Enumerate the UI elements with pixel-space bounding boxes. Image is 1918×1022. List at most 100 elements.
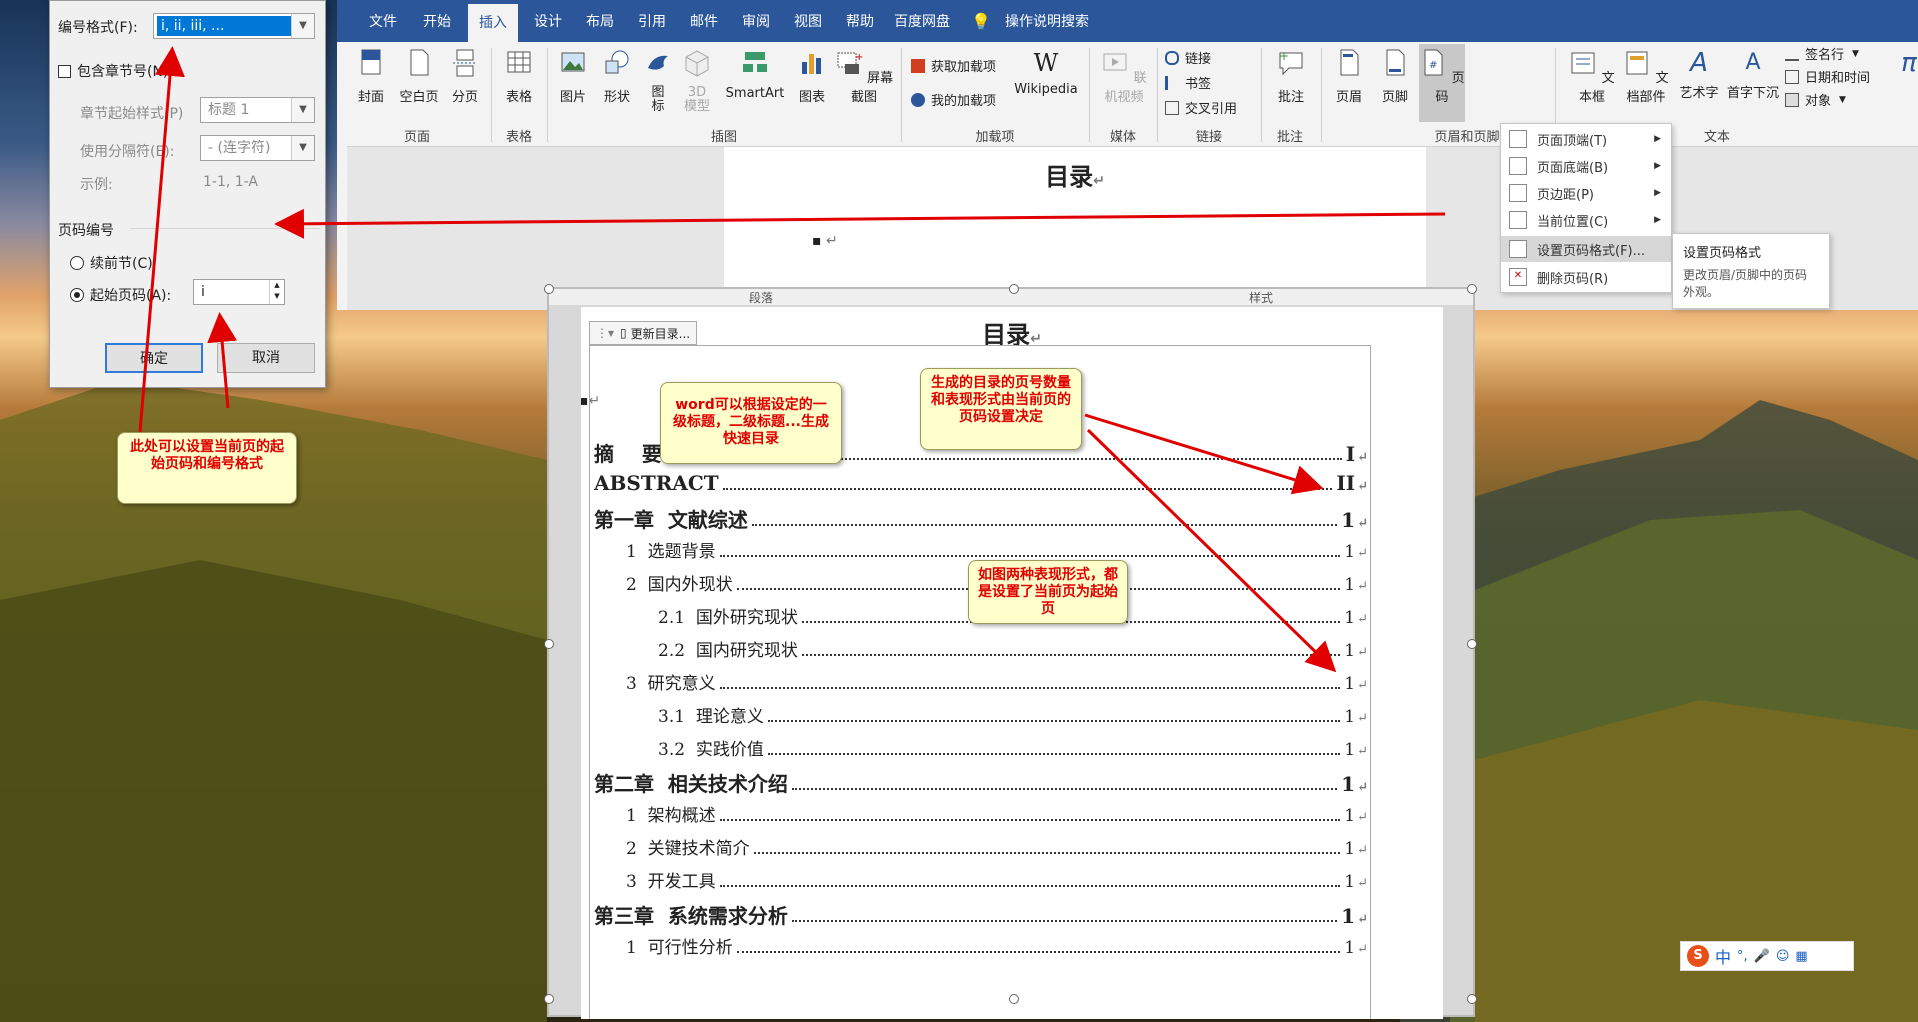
- icons-button[interactable]: 图 标: [641, 48, 675, 114]
- resize-handle[interactable]: [1467, 284, 1477, 294]
- chevron-down-icon[interactable]: ▼: [291, 136, 314, 160]
- table-button[interactable]: 表格: [499, 48, 539, 105]
- bookmark-button[interactable]: 书签: [1165, 73, 1211, 92]
- update-toc-button[interactable]: ⋮▾ ▯ 更新目录...: [589, 321, 698, 345]
- wikipedia-button[interactable]: W Wikipedia: [1009, 48, 1083, 97]
- ok-button[interactable]: 确定: [105, 343, 203, 373]
- cancel-button[interactable]: 取消: [217, 343, 315, 373]
- get-addins-button[interactable]: 获取加载项: [911, 56, 996, 75]
- resize-handle[interactable]: [1467, 639, 1477, 649]
- tab-file[interactable]: 文件: [357, 0, 409, 42]
- toc-entry[interactable]: 3.2 实践价值 1 ↵: [590, 735, 1368, 760]
- page-number-button[interactable]: # 页码: [1419, 44, 1465, 122]
- object-button[interactable]: 对象 ▼: [1785, 90, 1846, 109]
- tab-design[interactable]: 设计: [523, 0, 573, 42]
- shapes-button[interactable]: 形状: [597, 48, 637, 105]
- chapter-style-select[interactable]: 标题 1 ▼: [200, 97, 315, 123]
- spinner-arrows-icon[interactable]: ▲ ▼: [269, 280, 284, 304]
- menu-item-current-position[interactable]: 当前位置(C) ▶: [1501, 207, 1671, 233]
- toc-entry[interactable]: ABSTRACT II ↵: [590, 471, 1368, 495]
- return-mark: ↵: [1357, 942, 1368, 957]
- separator-select[interactable]: - (连字符) ▼: [200, 135, 315, 161]
- tab-insert[interactable]: 插入: [468, 4, 518, 42]
- menu-item-format-page-numbers[interactable]: 设置页码格式(F)...: [1501, 236, 1671, 262]
- toc-entry[interactable]: 3 研究意义 1 ↵: [590, 669, 1368, 694]
- textbox-button[interactable]: 文本框: [1569, 48, 1615, 105]
- tab-view[interactable]: 视图: [783, 0, 833, 42]
- toc-entry[interactable]: 1 可行性分析 1 ↵: [590, 933, 1368, 958]
- page-break-button[interactable]: 分页: [445, 48, 485, 105]
- screenshot-button[interactable]: + 屏幕截图: [833, 48, 895, 105]
- resize-handle[interactable]: [544, 639, 554, 649]
- resize-handle[interactable]: [1467, 994, 1477, 1004]
- user-icon[interactable]: ☺: [1776, 949, 1790, 964]
- menu-item-top-of-page[interactable]: 页面顶端(T) ▶: [1501, 126, 1671, 152]
- picture-button[interactable]: 图片: [553, 48, 593, 105]
- signature-line-button[interactable]: 签名行 ▼: [1785, 44, 1859, 63]
- include-chapter-label: 包含章节号(N): [77, 64, 169, 80]
- comment-button[interactable]: + 批注: [1269, 48, 1313, 105]
- menu-item-bottom-of-page[interactable]: 页面底端(B) ▶: [1501, 153, 1671, 179]
- footer-button[interactable]: 页脚: [1375, 48, 1415, 105]
- grid-menu-icon[interactable]: ▦: [1795, 949, 1807, 964]
- equation-button[interactable]: π: [1895, 48, 1917, 82]
- microphone-icon[interactable]: 🎤: [1754, 949, 1770, 964]
- radio-on[interactable]: [70, 288, 84, 302]
- chevron-down-icon[interactable]: ▼: [291, 14, 314, 38]
- quick-parts-button[interactable]: 文档部件: [1619, 48, 1673, 105]
- start-at-radio[interactable]: 起始页码(A):: [70, 285, 171, 305]
- toc-entry-title: 1 架构概述: [626, 806, 716, 826]
- cross-reference-button[interactable]: 交叉引用: [1165, 98, 1237, 117]
- cover-page-button[interactable]: 封面: [351, 48, 391, 105]
- my-addins-button[interactable]: 我的加载项: [911, 90, 996, 109]
- chevron-down-icon[interactable]: ▼: [291, 98, 314, 122]
- online-video-button[interactable]: 联机视频: [1095, 48, 1153, 105]
- toc-entry[interactable]: 1 架构概述 1 ↵: [590, 801, 1368, 826]
- sogou-s-icon[interactable]: S: [1687, 945, 1709, 967]
- header-button[interactable]: 页眉: [1329, 48, 1369, 105]
- date-time-button[interactable]: 日期和时间: [1785, 67, 1870, 86]
- resize-handle[interactable]: [544, 994, 554, 1004]
- tab-home[interactable]: 开始: [411, 0, 463, 42]
- wordart-button[interactable]: A 艺术字: [1677, 48, 1721, 101]
- tab-references[interactable]: 引用: [627, 0, 677, 42]
- drag-handle-icon[interactable]: ⋮▾: [596, 326, 614, 340]
- start-at-spinner[interactable]: i ▲ ▼: [193, 279, 285, 305]
- tab-review[interactable]: 审阅: [731, 0, 781, 42]
- tab-baidu[interactable]: 百度网盘: [887, 0, 957, 42]
- tell-me-search[interactable]: 操作说明搜索: [997, 0, 1097, 42]
- toc-entry[interactable]: 2 关键技术简介 1 ↵: [590, 834, 1368, 859]
- toc-entry[interactable]: 1 选题背景 1 ↵: [590, 537, 1368, 562]
- tab-layout[interactable]: 布局: [575, 0, 625, 42]
- punctuation-toggle[interactable]: °,: [1737, 949, 1748, 964]
- continue-radio[interactable]: 续前节(C): [70, 253, 153, 273]
- ime-toolbar[interactable]: S 中 °, 🎤 ☺ ▦: [1680, 941, 1854, 971]
- menu-item-remove-page-numbers[interactable]: ✕ 删除页码(R): [1501, 264, 1671, 290]
- 3d-models-button[interactable]: 3D 模型: [677, 48, 717, 114]
- number-format-select[interactable]: i, ii, iii, ... ▼: [153, 13, 315, 39]
- radio-off[interactable]: [70, 256, 84, 270]
- chart-button[interactable]: 图表: [793, 48, 831, 105]
- ime-mode-label[interactable]: 中: [1715, 944, 1731, 968]
- toc-entry[interactable]: 第二章 相关技术介绍 1 ↵: [590, 768, 1368, 797]
- toc-entry[interactable]: 3.1 理论意义 1 ↵: [590, 702, 1368, 727]
- tab-mailings[interactable]: 邮件: [679, 0, 729, 42]
- blank-page-button[interactable]: 空白页: [397, 48, 441, 105]
- include-chapter-checkbox[interactable]: 包含章节号(N): [58, 61, 168, 81]
- group-separator: [901, 48, 902, 142]
- toc-entry[interactable]: 第一章 文献综述 1 ↵: [590, 504, 1368, 533]
- chevron-down-icon[interactable]: ▼: [1852, 49, 1859, 59]
- chevron-down-icon[interactable]: ▼: [1839, 95, 1846, 105]
- checkbox-box[interactable]: [58, 64, 71, 78]
- toc-entry[interactable]: 第三章 系统需求分析 1 ↵: [590, 900, 1368, 929]
- resize-handle[interactable]: [544, 284, 554, 294]
- menu-item-page-margins[interactable]: 页边距(P) ▶: [1501, 180, 1671, 206]
- toc-entry[interactable]: 3 开发工具 1 ↵: [590, 867, 1368, 892]
- drop-cap-button[interactable]: A 首字下沉: [1725, 48, 1781, 101]
- smartart-button[interactable]: SmartArt: [721, 48, 789, 101]
- toc-entry[interactable]: 2.2 国内研究现状 1 ↵: [590, 636, 1368, 661]
- resize-handle[interactable]: [1009, 994, 1019, 1004]
- resize-handle[interactable]: [1009, 284, 1019, 294]
- link-button[interactable]: 链接: [1165, 48, 1211, 67]
- tab-help[interactable]: 帮助: [835, 0, 885, 42]
